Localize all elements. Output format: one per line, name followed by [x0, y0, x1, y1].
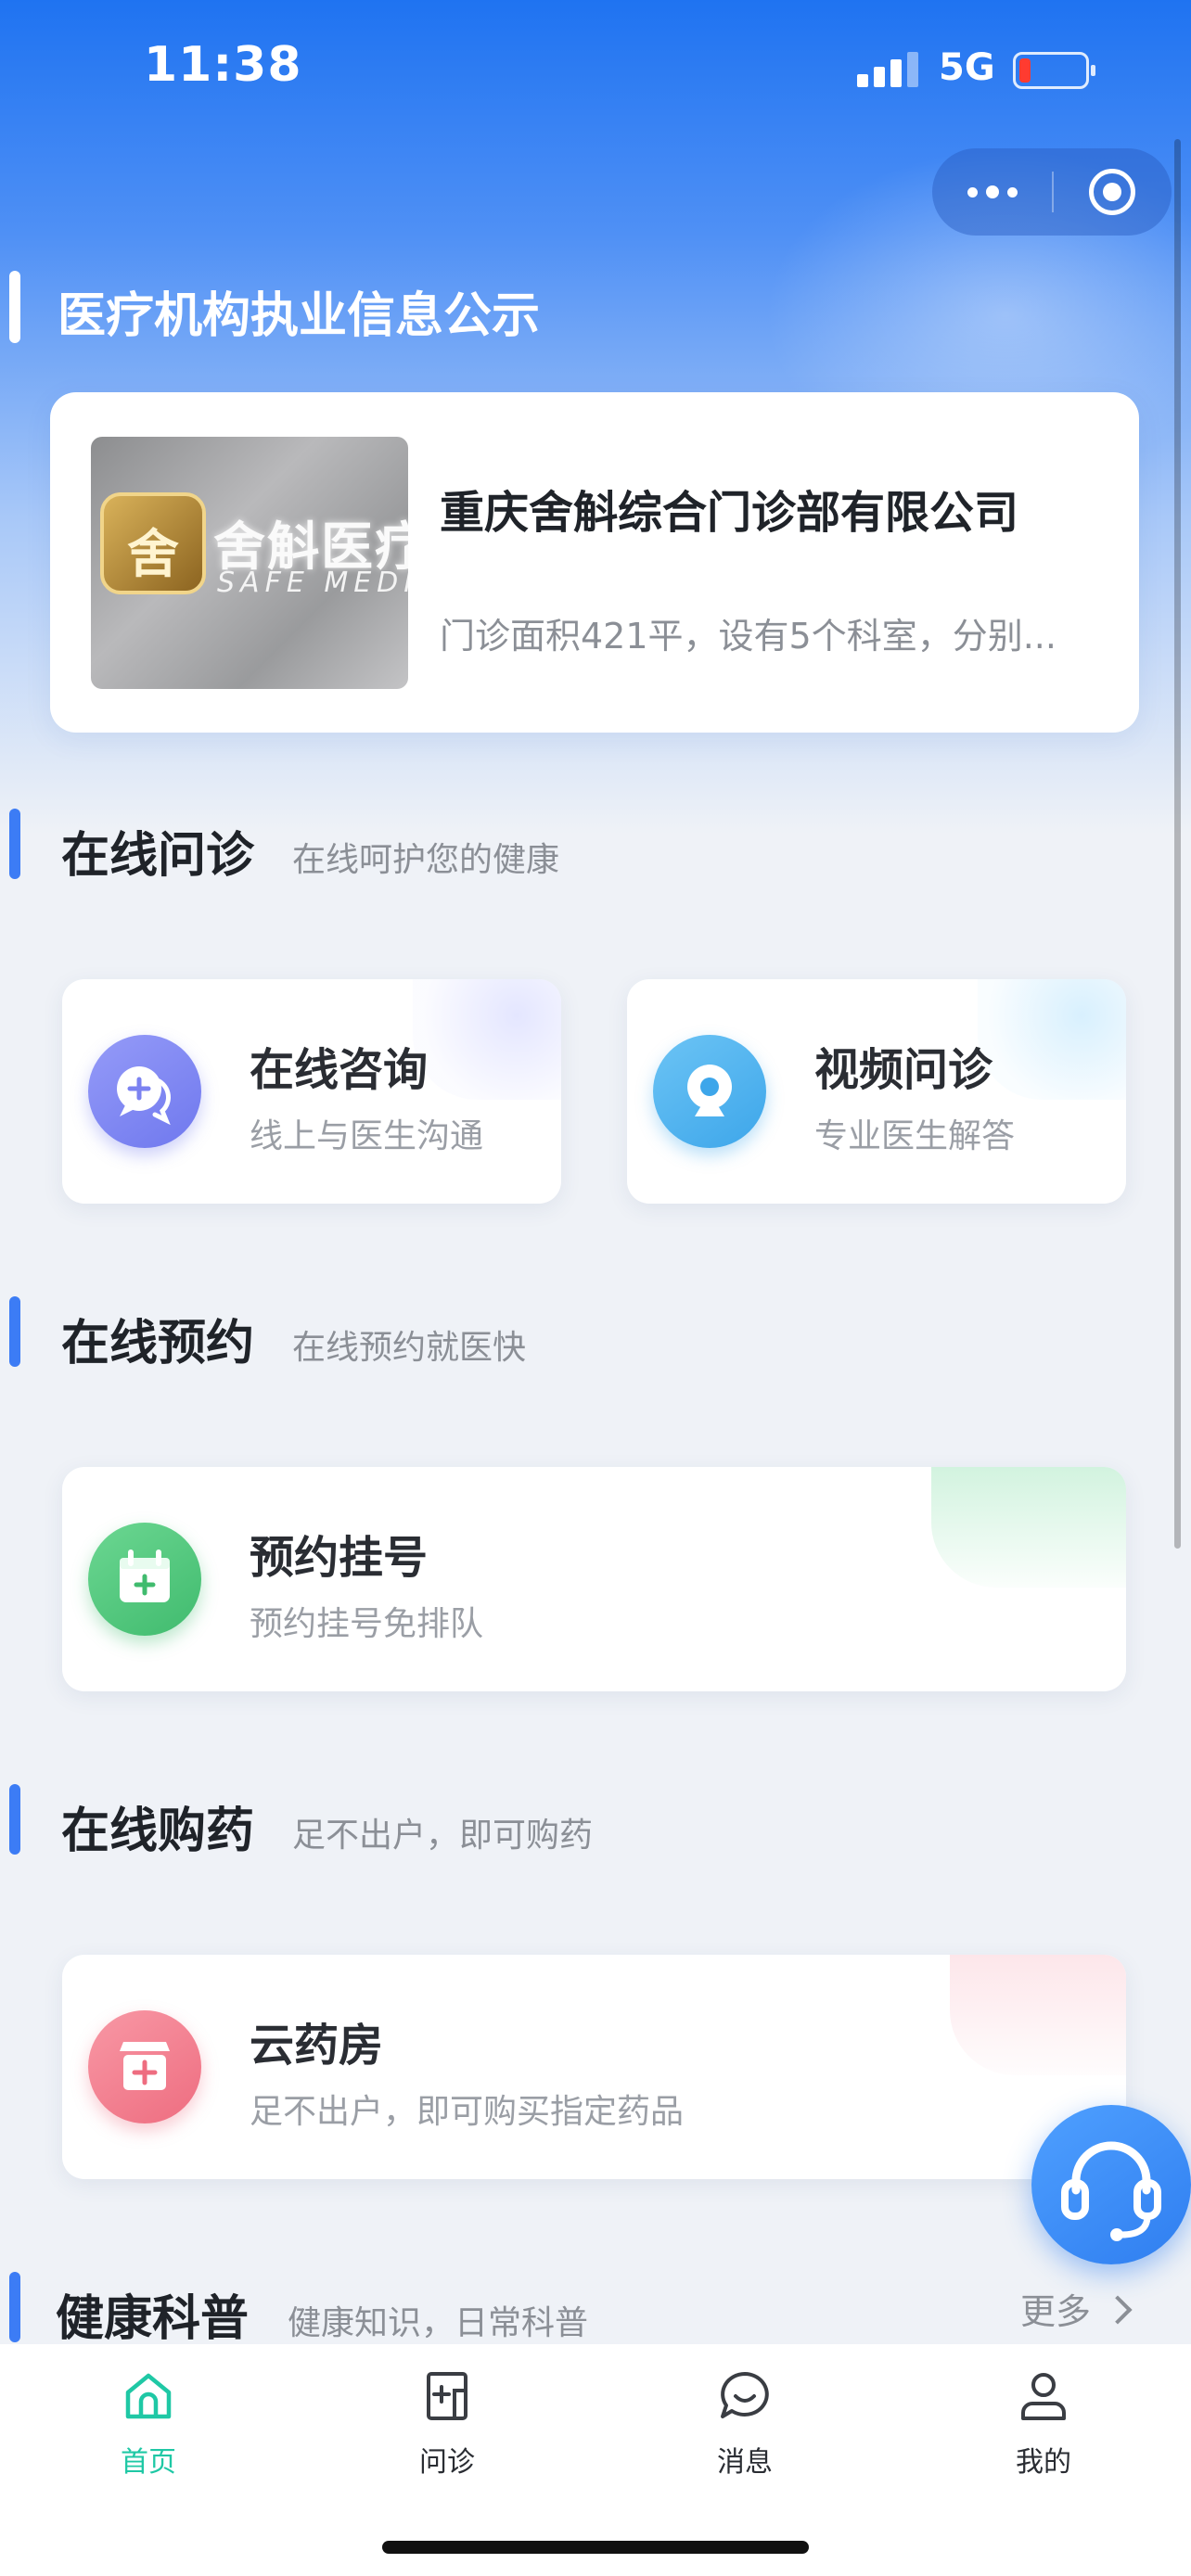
tab-label: 问诊	[419, 2446, 475, 2479]
capsule-divider	[1052, 172, 1054, 212]
card-decoration	[950, 1955, 1126, 2075]
photo-sign-en: SAFE MEDICAL	[217, 567, 408, 599]
institution-photo: 舍 舍斛医疗 SAFE MEDICAL	[91, 437, 408, 689]
institution-logo: 舍	[100, 492, 206, 594]
hero-title-bar	[9, 271, 20, 343]
card-title: 预约挂号	[250, 1532, 429, 1584]
section-bar-pharmacy	[9, 1784, 20, 1855]
scrollbar[interactable]	[1174, 139, 1181, 1549]
tab-label: 我的	[1016, 2446, 1071, 2479]
customer-service-button[interactable]	[1031, 2105, 1191, 2264]
card-title: 视频问诊	[814, 1044, 993, 1096]
video-consult-card[interactable]: 视频问诊 专业医生解答	[627, 979, 1126, 1204]
status-time: 11:38	[144, 37, 302, 93]
network-type: 5G	[939, 46, 995, 89]
status-bar: 11:38 5G	[0, 0, 1191, 139]
section-bar-consult	[9, 809, 20, 879]
close-target-icon[interactable]	[1089, 169, 1135, 215]
section-title-pharmacy: 在线购药	[61, 1804, 255, 1859]
message-icon	[721, 2372, 769, 2418]
chevron-right-icon	[1103, 2295, 1133, 2325]
tab-home[interactable]: 首页	[74, 2368, 223, 2489]
cloud-pharmacy-card[interactable]: 云药房 足不出户，即可购买指定药品	[62, 1955, 1126, 2179]
card-decoration	[978, 979, 1126, 1100]
institution-description: 门诊面积421平，设有5个科室，分别...	[440, 616, 1057, 657]
more-link[interactable]: 更多	[1020, 2283, 1133, 2334]
webcam-icon	[653, 1035, 766, 1148]
battery-icon	[1013, 52, 1095, 89]
more-label: 更多	[1020, 2291, 1092, 2332]
miniprogram-capsule	[932, 148, 1172, 236]
user-icon	[1021, 2373, 1066, 2420]
card-subtitle: 预约挂号免排队	[250, 1605, 484, 1643]
card-subtitle: 专业医生解答	[814, 1117, 1016, 1155]
card-decoration	[931, 1467, 1126, 1588]
section-title-consult: 在线问诊	[61, 828, 255, 884]
institution-card[interactable]: 舍 舍斛医疗 SAFE MEDICAL 重庆舍斛综合门诊部有限公司 门诊面积42…	[50, 392, 1139, 733]
card-subtitle: 线上与医生沟通	[250, 1117, 484, 1155]
section-title-health: 健康科普	[56, 2291, 250, 2347]
card-decoration	[413, 979, 561, 1100]
home-indicator[interactable]	[382, 2541, 809, 2554]
headset-icon	[1061, 2141, 1161, 2241]
section-subtitle-pharmacy: 足不出户，即可购药	[292, 1817, 594, 1855]
appointment-card[interactable]: 预约挂号 预约挂号免排队	[62, 1467, 1126, 1691]
home-icon	[125, 2373, 172, 2419]
chat-icon	[88, 1035, 201, 1148]
more-dots-icon[interactable]	[967, 183, 1023, 201]
section-bar-health	[9, 2272, 20, 2342]
medical-doc-icon	[427, 2372, 467, 2420]
section-bar-booking	[9, 1296, 20, 1367]
online-consult-card[interactable]: 在线咨询 线上与医生沟通	[62, 979, 561, 1204]
tab-label: 首页	[121, 2446, 176, 2479]
hero-title: 医疗机构执业信息公示	[58, 288, 541, 344]
card-subtitle: 足不出户，即可购买指定药品	[250, 2093, 685, 2131]
tab-consult[interactable]: 问诊	[373, 2368, 521, 2489]
card-title: 云药房	[250, 2020, 384, 2072]
calendar-plus-icon	[88, 1523, 201, 1636]
card-title: 在线咨询	[250, 1044, 429, 1096]
tab-messages[interactable]: 消息	[671, 2368, 819, 2489]
section-title-booking: 在线预约	[61, 1316, 255, 1371]
section-subtitle-health: 健康知识，日常科普	[288, 2304, 589, 2342]
section-subtitle-booking: 在线预约就医快	[292, 1329, 527, 1367]
tab-profile[interactable]: 我的	[969, 2368, 1118, 2489]
tab-label: 消息	[717, 2446, 773, 2479]
pharmacy-store-icon	[88, 2010, 201, 2123]
signal-icon	[857, 52, 918, 87]
section-subtitle-consult: 在线呵护您的健康	[292, 841, 560, 879]
institution-name: 重庆舍斛综合门诊部有限公司	[440, 487, 1019, 539]
